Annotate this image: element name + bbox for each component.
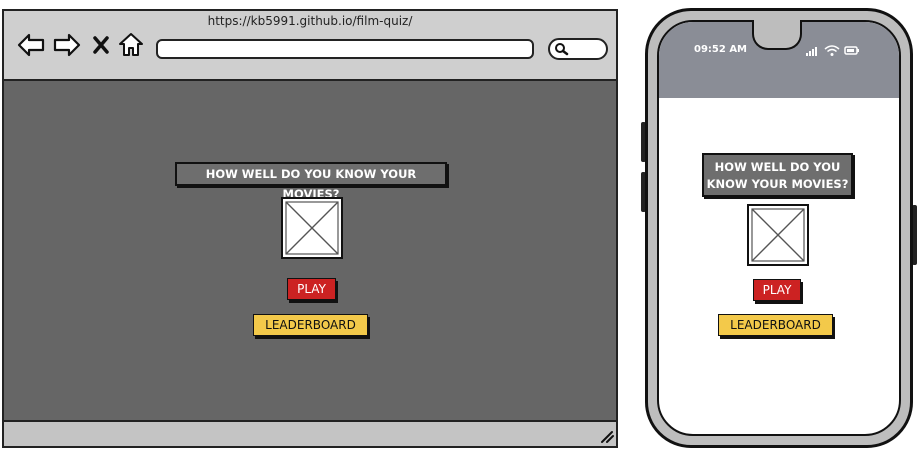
phone-image-placeholder <box>747 204 809 266</box>
browser-status-bar <box>4 422 616 446</box>
resize-grip-icon[interactable] <box>598 427 614 443</box>
phone-leaderboard-button[interactable]: LEADERBOARD <box>718 314 833 336</box>
phone-page-title: HOW WELL DO YOU KNOW YOUR MOVIES? <box>702 153 853 197</box>
leaderboard-button[interactable]: LEADERBOARD <box>253 314 368 336</box>
search-button[interactable] <box>548 38 608 60</box>
phone-play-button[interactable]: PLAY <box>753 279 801 301</box>
forward-arrow-icon[interactable] <box>52 32 82 58</box>
image-placeholder <box>281 197 343 259</box>
page-title: HOW WELL DO YOU KNOW YOUR MOVIES? <box>175 162 447 201</box>
phone-title-line-2: KNOW YOUR MOVIES? <box>706 177 849 191</box>
back-arrow-icon[interactable] <box>16 32 46 58</box>
phone-notch <box>752 20 802 50</box>
search-icon <box>555 43 569 56</box>
phone-time: 09:52 AM <box>694 44 748 55</box>
phone-title-line-1: HOW WELL DO YOU <box>714 160 841 174</box>
play-button[interactable]: PLAY <box>287 278 336 300</box>
url-text: https://kb5991.github.io/film-quiz/ <box>207 14 413 28</box>
signal-icon <box>806 47 817 56</box>
battery-icon <box>844 46 859 55</box>
close-icon[interactable] <box>92 32 110 58</box>
home-icon[interactable] <box>118 32 144 58</box>
address-bar[interactable] <box>156 39 534 59</box>
wifi-icon <box>824 45 840 56</box>
